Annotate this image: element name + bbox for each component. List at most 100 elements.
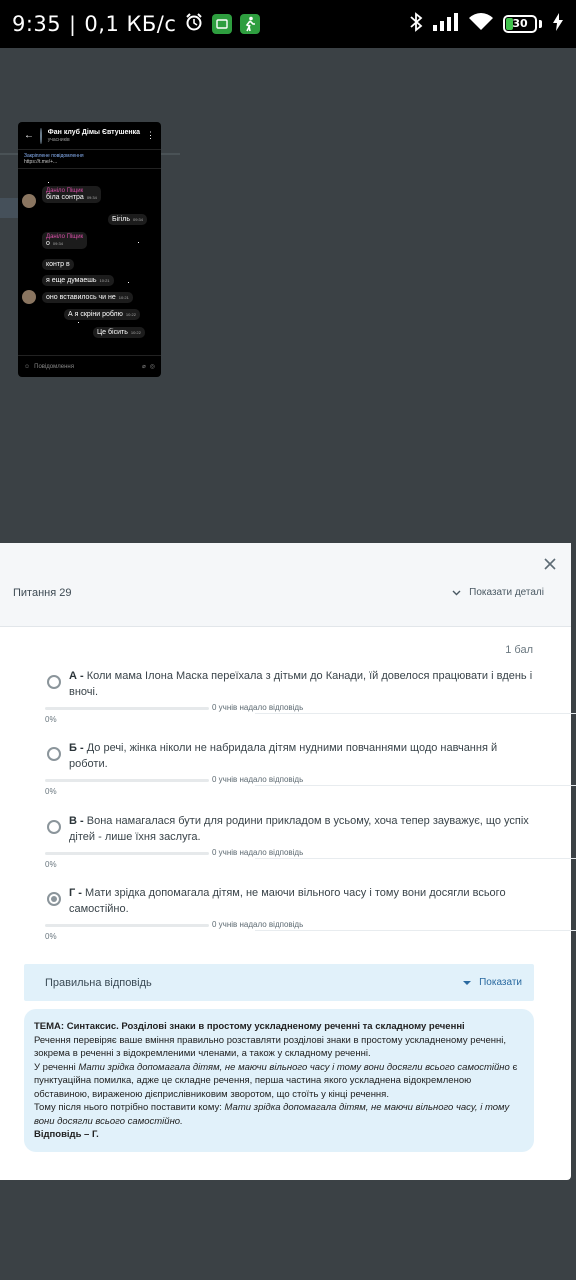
question-details-modal: Питання 29 Показати деталі 1 бал А - Кол… [0,543,576,1180]
back-arrow-icon: ← [24,130,34,141]
message-text: Це бісить [97,329,128,336]
radio-button[interactable] [47,820,61,834]
chat-header: ← Фан клуб Дімы Євтушенка учасників ⋮ [18,122,161,150]
star-dot [128,282,129,283]
option-letter: В - [69,815,84,827]
option-body: До речі, жінка ніколи не набридала дітям… [69,742,498,770]
answer-option-a: А - Коли мама Ілона Маска переїхала з ді… [45,668,576,724]
explanation-paragraph-2: У реченні Мати зрідка допомагала дітям, … [34,1061,524,1102]
emoji-icon: ☺ [24,363,31,370]
option-text: В - Вона намагалася бути для родини прик… [69,813,535,845]
option-letter: Г - [69,887,82,899]
option-body: Коли мама Ілона Маска переїхала з дітьми… [69,670,533,698]
chat-message: Даніло Піщик о 09:34 [42,232,88,249]
status-bar: 9:35 | 0,1 КБ/с 30 [0,0,576,48]
sender-name: Даніло Піщик [46,234,84,240]
message-text: Бігiль [112,216,130,223]
option-text: А - Коли мама Ілона Маска переїхала з ді… [69,668,535,700]
message-time: 10:21 [118,295,129,300]
chat-message: Даніло Піщик біла сонтра 09:34 [42,186,101,203]
response-count: 0 учнів надало відповідь [212,703,304,712]
option-letter: Б - [69,742,84,754]
avatar [22,194,36,208]
message-text: біла сонтра [46,194,84,201]
radio-button-selected[interactable] [47,892,61,906]
star-dot [138,242,139,243]
show-details-label: Показати деталі [469,587,544,598]
star-dot [78,322,79,323]
signal-icon [433,13,459,35]
option-text: Б - До речі, жінка ніколи не набридала д… [69,740,535,772]
background-line [0,153,20,155]
wifi-icon [469,13,493,35]
chat-message: Це бісить 10:22 [93,327,145,338]
chat-screenshot-image[interactable]: ← Фан клуб Дімы Євтушенка учасників ⋮ За… [18,122,161,377]
response-count: 0 учнів надало відповідь [212,848,304,857]
attach-icon: ⌀ [142,364,146,370]
divider [255,785,576,786]
response-stats: 0 учнів надало відповідь 0% [45,848,576,869]
message-text: А я скріни роблю [68,311,123,318]
battery-icon: 30 [503,15,542,33]
camera-icon: ◎ [149,364,155,370]
explanation-answer: Відповідь – Г. [34,1129,99,1140]
response-percent: 0% [45,860,57,869]
close-button[interactable] [539,553,561,575]
message-text: контр в [46,261,70,268]
caret-down-icon [463,980,472,985]
message-time: 10:21 [99,278,110,283]
clock: 9:35 [12,12,62,36]
walking-icon [240,14,261,34]
charging-icon [552,13,564,35]
response-count: 0 учнів надало відповідь [212,920,304,929]
show-answer-button[interactable]: Показати [463,977,522,988]
response-stats: 0 учнів надало відповідь 0% [45,703,576,724]
message-time: 10:22 [125,312,136,317]
bluetooth-icon [409,12,423,36]
message-time: 10:22 [130,330,141,335]
explanation-box: ТЕМА: Синтаксис. Розділові знаки в прост… [24,1009,534,1152]
correct-answer-label: Правильна відповідь [45,976,152,989]
divider [255,713,576,714]
progress-bar [45,924,209,927]
question-title: Питання 29 [13,587,72,599]
response-percent: 0% [45,932,57,941]
close-icon [544,558,556,570]
answer-option-d: Г - Мати зрідка допомагала дітям, не маю… [45,885,576,941]
more-icon: ⋮ [146,130,155,140]
chat-title: Фан клуб Дімы Євтушенка [47,128,140,136]
chat-message: оно вставилось чи не 10:21 [42,292,133,303]
background-line [160,153,180,155]
message-text: оно вставилось чи не [46,294,116,301]
network-speed: 0,1 КБ/с [84,12,177,36]
option-text: Г - Мати зрідка допомагала дітям, не маю… [69,885,535,917]
option-letter: А - [69,670,84,682]
radio-button[interactable] [47,675,61,689]
explanation-paragraph-1: Речення перевіряє ваше вміння правильно … [34,1034,507,1060]
chat-subtitle: учасників [47,136,70,143]
show-details-button[interactable]: Показати деталі [452,587,544,598]
chat-message: контр в [42,259,74,270]
progress-bar [45,779,209,782]
message-time: 09:34 [52,241,63,246]
explanation-text: Тому після нього потрібно поставити кому… [34,1102,225,1113]
explanation-quote: Мати зрідка допомагала дітям, не маючи в… [78,1061,510,1073]
answer-option-c: В - Вона намагалася бути для родини прик… [45,813,576,869]
input-placeholder: Повідомлення [34,363,74,370]
separator: | [69,12,77,36]
radio-button[interactable] [47,747,61,761]
pinned-link: https://t.me/+... [24,159,58,165]
chat-avatar [40,127,42,144]
answer-option-b: Б - До речі, жінка ніколи не набридала д… [45,740,576,796]
option-body: Вона намагалася бути для родини прикладо… [69,815,529,843]
explanation-topic: ТЕМА: Синтаксис. Розділові знаки в прост… [34,1021,465,1032]
app-notification-icon [212,14,233,34]
divider [255,930,576,931]
background-block [0,198,20,218]
show-answer-label: Показати [479,977,522,988]
star-dot [48,182,49,183]
progress-bar [45,852,209,855]
response-percent: 0% [45,715,57,724]
correct-answer-bar: Правильна відповідь Показати [24,964,534,1001]
battery-level: 30 [512,17,528,30]
